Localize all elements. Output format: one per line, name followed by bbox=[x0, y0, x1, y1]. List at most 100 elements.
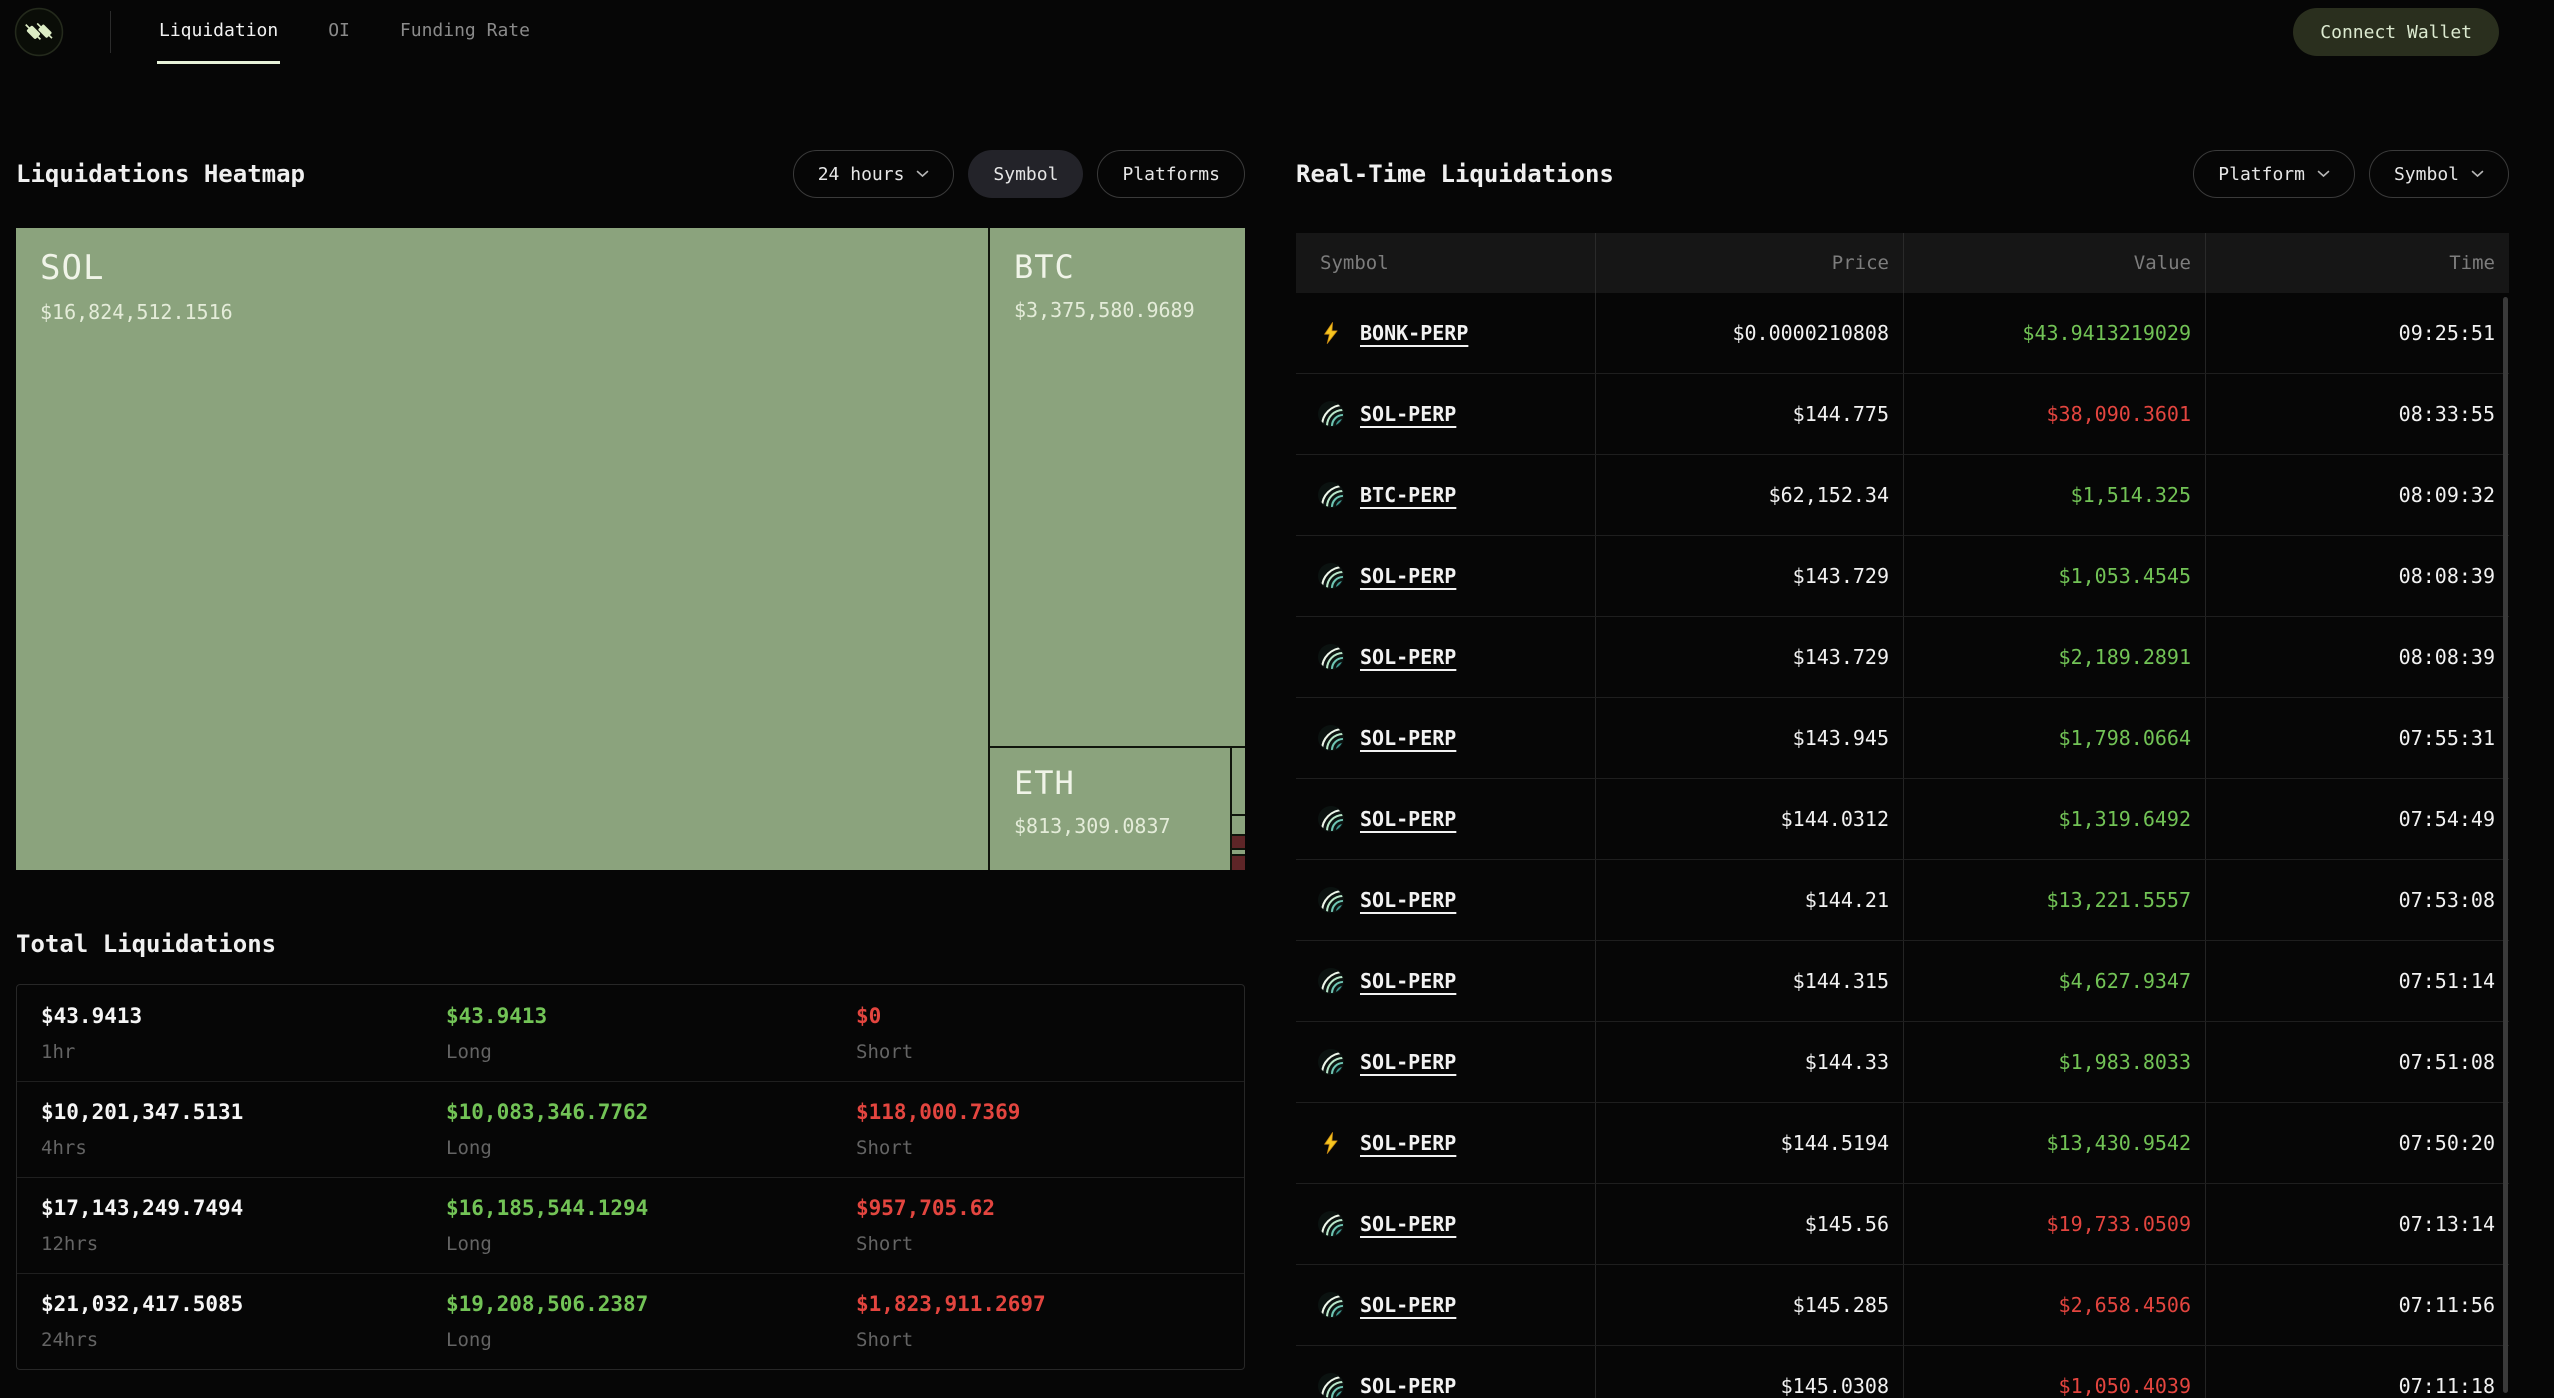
value-cell: $1,319.6492 bbox=[1904, 779, 2206, 859]
symbol-link[interactable]: SOL-PERP bbox=[1360, 402, 1456, 426]
symbol-link[interactable]: SOL-PERP bbox=[1360, 564, 1456, 588]
treemap-symbol: ETH bbox=[1014, 764, 1075, 802]
time-range-dropdown[interactable]: 24 hours bbox=[792, 150, 955, 198]
time-range-label: 24 hours bbox=[817, 163, 905, 185]
symbol-link[interactable]: SOL-PERP bbox=[1360, 969, 1456, 993]
column-header-price: Price bbox=[1596, 233, 1904, 293]
tab-label: Liquidation bbox=[159, 20, 279, 41]
price-cell: $144.33 bbox=[1596, 1022, 1904, 1102]
total-liquidations-row: $43.9413 1hr $43.9413 Long $0 Short bbox=[17, 985, 1244, 1081]
connect-wallet-button[interactable]: Connect Wallet bbox=[2293, 8, 2499, 56]
chevron-down-icon bbox=[916, 170, 929, 178]
treemap-mini-cell bbox=[1232, 816, 1245, 835]
treemap-cell-eth[interactable]: ETH $813,309.0837 bbox=[990, 748, 1230, 870]
value-cell: $1,798.0664 bbox=[1904, 698, 2206, 778]
treemap-mini-cell bbox=[1232, 849, 1245, 855]
total-value: $17,143,249.7494 bbox=[41, 1196, 244, 1220]
price-cell: $143.729 bbox=[1596, 617, 1904, 697]
total-value: $10,201,347.5131 bbox=[41, 1100, 244, 1124]
heatmap-panel: Liquidations Heatmap 24 hours Symbol Pla… bbox=[16, 150, 1245, 1370]
liquidations-treemap: SOL $16,824,512.1516 BTC $3,375,580.9689… bbox=[16, 228, 1245, 871]
period-label: 4hrs bbox=[41, 1137, 87, 1159]
liquidation-row: SOL-PERP $143.729 $2,189.2891 08:08:39 bbox=[1296, 617, 2509, 698]
symbol-link[interactable]: SOL-PERP bbox=[1360, 1131, 1456, 1155]
heatmap-symbol-toggle[interactable]: Symbol bbox=[968, 150, 1084, 198]
totals-title: Total Liquidations bbox=[16, 930, 277, 958]
long-cell: $43.9413 Long bbox=[446, 1004, 856, 1063]
time-cell: 07:51:14 bbox=[2398, 969, 2495, 993]
value-cell: $1,053.4545 bbox=[1904, 536, 2206, 616]
symbol-cell: SOL-PERP bbox=[1296, 860, 1596, 940]
total-value: $43.9413 bbox=[41, 1003, 143, 1028]
main-content: Liquidations Heatmap 24 hours Symbol Pla… bbox=[0, 64, 2554, 1398]
long-label: Long bbox=[446, 1137, 492, 1159]
total-cell: $17,143,249.7494 12hrs bbox=[41, 1196, 446, 1255]
drift-platform-icon bbox=[1318, 725, 1344, 751]
total-liquidations-table: $43.9413 1hr $43.9413 Long $0 Short $10,… bbox=[16, 984, 1245, 1370]
price-cell: $62,152.34 bbox=[1596, 455, 1904, 535]
column-header-symbol: Symbol bbox=[1296, 233, 1596, 293]
symbol-cell: SOL-PERP bbox=[1296, 1022, 1596, 1102]
long-cell: $16,185,544.1294 Long bbox=[446, 1196, 856, 1255]
symbol-cell: BONK-PERP bbox=[1296, 293, 1596, 373]
symbol-cell: SOL-PERP bbox=[1296, 941, 1596, 1021]
table-body: BONK-PERP $0.0000210808 $43.9413219029 0… bbox=[1296, 293, 2509, 1398]
value-cell: $1,050.4039 bbox=[1904, 1346, 2206, 1398]
time-cell: 07:50:20 bbox=[2398, 1131, 2495, 1155]
liquidation-row: SOL-PERP $145.56 $19,733.0509 07:13:14 bbox=[1296, 1184, 2509, 1265]
symbol-link[interactable]: SOL-PERP bbox=[1360, 1374, 1456, 1398]
time-cell: 07:54:49 bbox=[2398, 807, 2495, 831]
table-scrollbar[interactable] bbox=[2503, 297, 2508, 1393]
heatmap-platforms-toggle[interactable]: Platforms bbox=[1097, 150, 1245, 198]
treemap-value: $16,824,512.1516 bbox=[40, 300, 233, 324]
symbol-cell: SOL-PERP bbox=[1296, 374, 1596, 454]
tab-liquidation[interactable]: Liquidation bbox=[157, 0, 281, 64]
symbol-link[interactable]: SOL-PERP bbox=[1360, 807, 1456, 831]
symbol-link[interactable]: SOL-PERP bbox=[1360, 645, 1456, 669]
time-cell: 07:11:56 bbox=[2398, 1293, 2495, 1317]
platform-filter-label: Platform bbox=[2218, 163, 2305, 185]
drift-platform-icon bbox=[1318, 1049, 1344, 1075]
lightning-icon bbox=[1318, 1130, 1344, 1156]
tab-funding-rate[interactable]: Funding Rate bbox=[398, 0, 532, 64]
value-cell: $2,658.4506 bbox=[1904, 1265, 2206, 1345]
symbol-link[interactable]: SOL-PERP bbox=[1360, 1050, 1456, 1074]
symbol-link[interactable]: SOL-PERP bbox=[1360, 1293, 1456, 1317]
platform-filter-dropdown[interactable]: Platform bbox=[2193, 150, 2355, 198]
treemap-cell-btc[interactable]: BTC $3,375,580.9689 bbox=[990, 228, 1245, 746]
drift-platform-icon bbox=[1318, 563, 1344, 589]
time-cell: 07:55:31 bbox=[2398, 726, 2495, 750]
total-cell: $43.9413 1hr bbox=[41, 1004, 446, 1063]
time-cell: 09:25:51 bbox=[2398, 321, 2495, 345]
value-cell: $13,221.5557 bbox=[1904, 860, 2206, 940]
drift-platform-icon bbox=[1318, 1292, 1344, 1318]
liquidation-row: BONK-PERP $0.0000210808 $43.9413219029 0… bbox=[1296, 293, 2509, 374]
total-value: $21,032,417.5085 bbox=[41, 1292, 244, 1316]
symbol-link[interactable]: SOL-PERP bbox=[1360, 888, 1456, 912]
tab-oi[interactable]: OI bbox=[326, 0, 352, 64]
price-cell: $0.0000210808 bbox=[1596, 293, 1904, 373]
treemap-cell-sol[interactable]: SOL $16,824,512.1516 bbox=[16, 228, 988, 870]
realtime-liquidations-table: Symbol Price Value Time BONK-PERP $0.000… bbox=[1296, 233, 2509, 1398]
liquidation-row: SOL-PERP $144.315 $4,627.9347 07:51:14 bbox=[1296, 941, 2509, 1022]
total-cell: $21,032,417.5085 24hrs bbox=[41, 1292, 446, 1351]
symbol-link[interactable]: SOL-PERP bbox=[1360, 1212, 1456, 1236]
treemap-symbol: BTC bbox=[1014, 248, 1075, 286]
symbol-link[interactable]: SOL-PERP bbox=[1360, 726, 1456, 750]
price-cell: $144.0312 bbox=[1596, 779, 1904, 859]
symbol-link[interactable]: BTC-PERP bbox=[1360, 483, 1456, 507]
realtime-title: Real-Time Liquidations bbox=[1296, 160, 1614, 188]
long-cell: $10,083,346.7762 Long bbox=[446, 1100, 856, 1159]
treemap-value: $3,375,580.9689 bbox=[1014, 298, 1195, 322]
price-cell: $144.21 bbox=[1596, 860, 1904, 940]
value-cell: $2,189.2891 bbox=[1904, 617, 2206, 697]
price-cell: $145.285 bbox=[1596, 1265, 1904, 1345]
short-label: Short bbox=[856, 1040, 914, 1063]
liquidation-row: SOL-PERP $144.775 $38,090.3601 08:33:55 bbox=[1296, 374, 2509, 455]
long-value: $16,185,544.1294 bbox=[446, 1196, 649, 1220]
drift-platform-icon bbox=[1318, 482, 1344, 508]
symbol-cell: SOL-PERP bbox=[1296, 1265, 1596, 1345]
symbol-filter-dropdown[interactable]: Symbol bbox=[2368, 150, 2509, 198]
value-cell: $1,983.8033 bbox=[1904, 1022, 2206, 1102]
symbol-link[interactable]: BONK-PERP bbox=[1360, 321, 1468, 345]
